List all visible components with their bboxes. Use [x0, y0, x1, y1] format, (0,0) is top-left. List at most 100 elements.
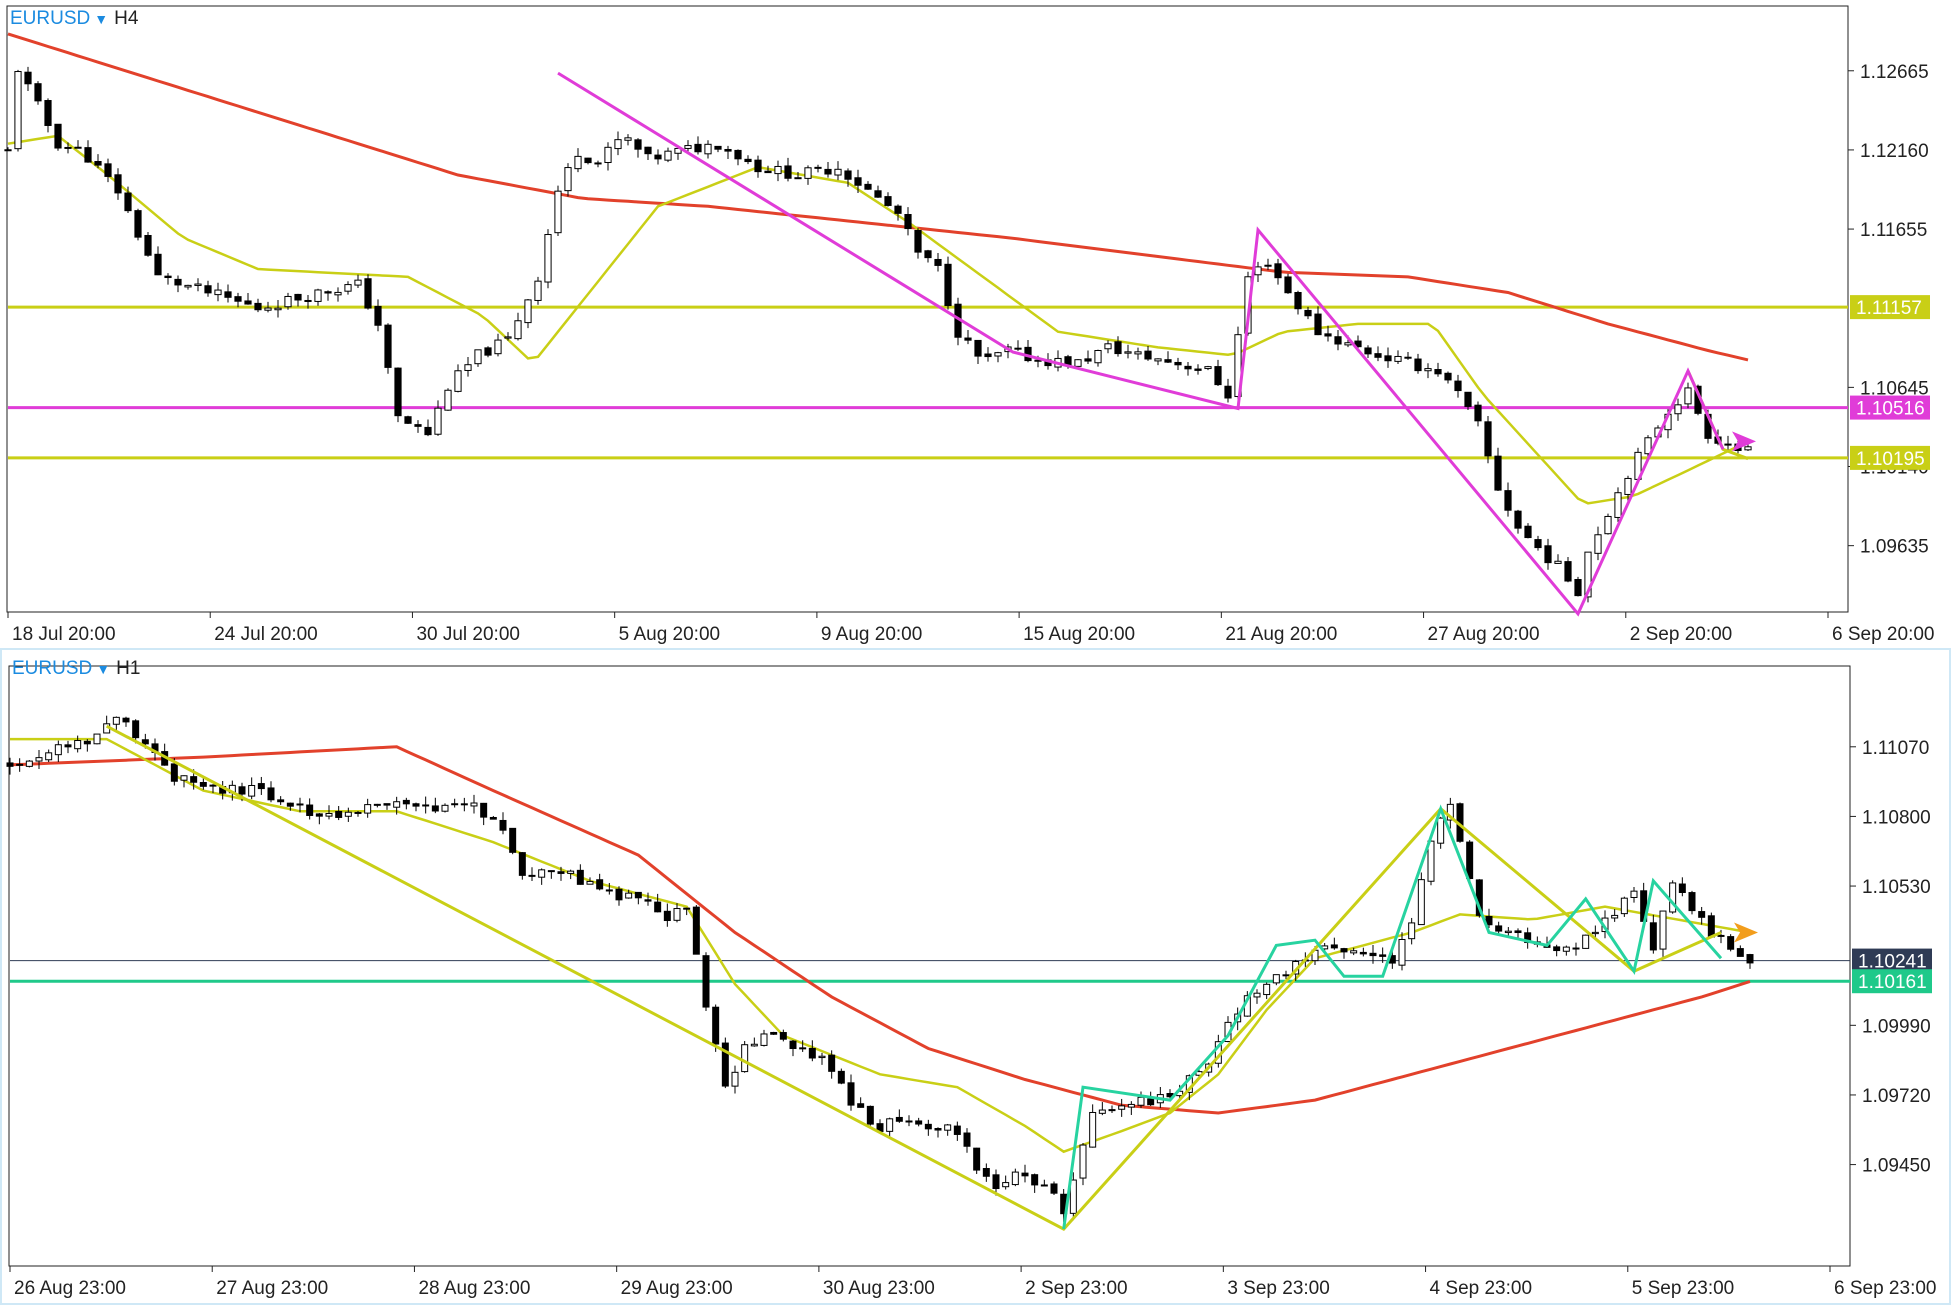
candle-body: [1098, 1109, 1106, 1114]
candle-body: [238, 786, 246, 795]
candle-body: [414, 424, 422, 427]
candle-body: [74, 740, 82, 750]
candle-body: [64, 744, 72, 748]
time-axis-label: 2 Sep 23:00: [1025, 1278, 1127, 1299]
candle-body: [804, 167, 812, 179]
candle-body: [992, 1174, 1000, 1190]
candle-body: [973, 1147, 981, 1171]
candle-body: [1744, 446, 1752, 451]
candle-body: [454, 370, 462, 392]
candle-body: [1147, 1098, 1155, 1106]
candle-body: [1582, 934, 1590, 949]
chart-panel-h1[interactable]: 1.11070 1.10800 1.10530 1.09990 1.09720 1.094…: [0, 648, 1951, 1305]
candle-body: [789, 1040, 797, 1050]
candle-body: [1089, 1111, 1097, 1148]
candle-body: [1014, 347, 1022, 350]
candle-body: [25, 760, 33, 767]
candle-body: [1408, 922, 1416, 940]
candle-body: [1194, 368, 1202, 371]
time-axis-label: 6 Sep 20:00: [1832, 624, 1934, 645]
candle-body: [557, 871, 565, 874]
candle-body: [982, 1168, 990, 1177]
candle-body: [1624, 477, 1632, 495]
candle-body: [1174, 361, 1182, 366]
candle-body: [93, 733, 101, 745]
candle-body: [364, 278, 372, 309]
candle-body: [1104, 343, 1112, 350]
candle-body: [509, 827, 517, 853]
candle-body: [1384, 355, 1392, 362]
candle-body: [1404, 356, 1412, 359]
candle-body: [814, 166, 822, 169]
candle-body: [373, 803, 381, 806]
candle-body: [1359, 951, 1367, 955]
candle-body: [224, 291, 232, 298]
symbol-label-h1[interactable]: EURUSD ▼ H1: [12, 658, 140, 680]
candle-body: [354, 279, 362, 286]
candle-body: [1002, 1182, 1010, 1188]
price-axis-label: 1.11655: [1860, 220, 1927, 241]
candle-body: [35, 757, 43, 762]
candle-body: [4, 149, 12, 152]
candle-body: [654, 154, 662, 160]
candle-body: [64, 146, 72, 149]
symbol-label-h4[interactable]: EURUSD ▼ H4: [10, 8, 138, 30]
candle-body: [644, 899, 652, 902]
candle-body: [34, 83, 42, 102]
candle-body: [234, 296, 242, 302]
candle-body: [294, 293, 302, 301]
candle-body: [154, 253, 162, 276]
chart-svg-h4[interactable]: 1.126651.121601.116551.106451.101401.096…: [0, 0, 1951, 646]
candle-body: [134, 210, 142, 238]
chart-svg-h1[interactable]: 1.11070 1.10800 1.10530 1.09990 1.09720 1.094…: [2, 650, 1949, 1303]
candle-body: [180, 775, 188, 781]
candle-body: [554, 190, 562, 234]
price-axis-label: 1.12160: [1860, 141, 1929, 162]
price-axis-label: 1.10800: [1862, 807, 1931, 828]
candle-body: [314, 289, 322, 302]
candle-body: [464, 364, 472, 371]
candle-body: [905, 1120, 913, 1123]
candle-body: [724, 148, 732, 152]
candle-body: [1134, 351, 1142, 355]
candle-body: [663, 910, 671, 922]
candle-body: [1314, 313, 1322, 336]
candle-body: [74, 146, 82, 149]
candle-body: [944, 1124, 952, 1131]
candle-body: [264, 307, 272, 311]
candle-body: [1040, 1184, 1048, 1187]
candle-body: [267, 787, 275, 801]
candle-body: [760, 1033, 768, 1046]
price-axis-label: 1.09635: [1860, 537, 1929, 558]
candle-body: [384, 324, 392, 368]
candle-body: [1464, 391, 1472, 407]
candle-body: [499, 819, 507, 831]
chart-panel-h4[interactable]: 1.126651.121601.116551.106451.101401.096…: [0, 0, 1951, 646]
candle-body: [354, 811, 362, 814]
candle-body: [374, 305, 382, 326]
price-axis-label: 1.11070: [1862, 738, 1929, 759]
candle-body: [194, 283, 202, 286]
candle-body: [974, 339, 982, 357]
candle-body: [712, 1006, 720, 1045]
time-axis-label: 5 Aug 20:00: [619, 624, 720, 645]
price-axis-label: 1.10530: [1862, 877, 1931, 898]
candle-body: [1591, 931, 1599, 935]
candle-body: [460, 803, 468, 806]
candle-body: [741, 1044, 749, 1073]
candle-body: [1434, 369, 1442, 375]
candle-body: [1614, 492, 1622, 518]
candle-body: [964, 337, 972, 341]
candle-body: [1707, 915, 1715, 938]
candle-body: [404, 416, 412, 424]
time-axis-label: 27 Aug 20:00: [1428, 624, 1540, 645]
candle-body: [1114, 341, 1122, 355]
candle-body: [1011, 1171, 1019, 1186]
candle-body: [1746, 954, 1754, 964]
candle-body: [480, 802, 488, 818]
candle-body: [924, 1123, 932, 1130]
candle-body: [383, 803, 391, 806]
time-axis-label: 24 Jul 20:00: [214, 624, 318, 645]
candle-body: [1620, 897, 1628, 915]
candle-body: [605, 889, 613, 892]
